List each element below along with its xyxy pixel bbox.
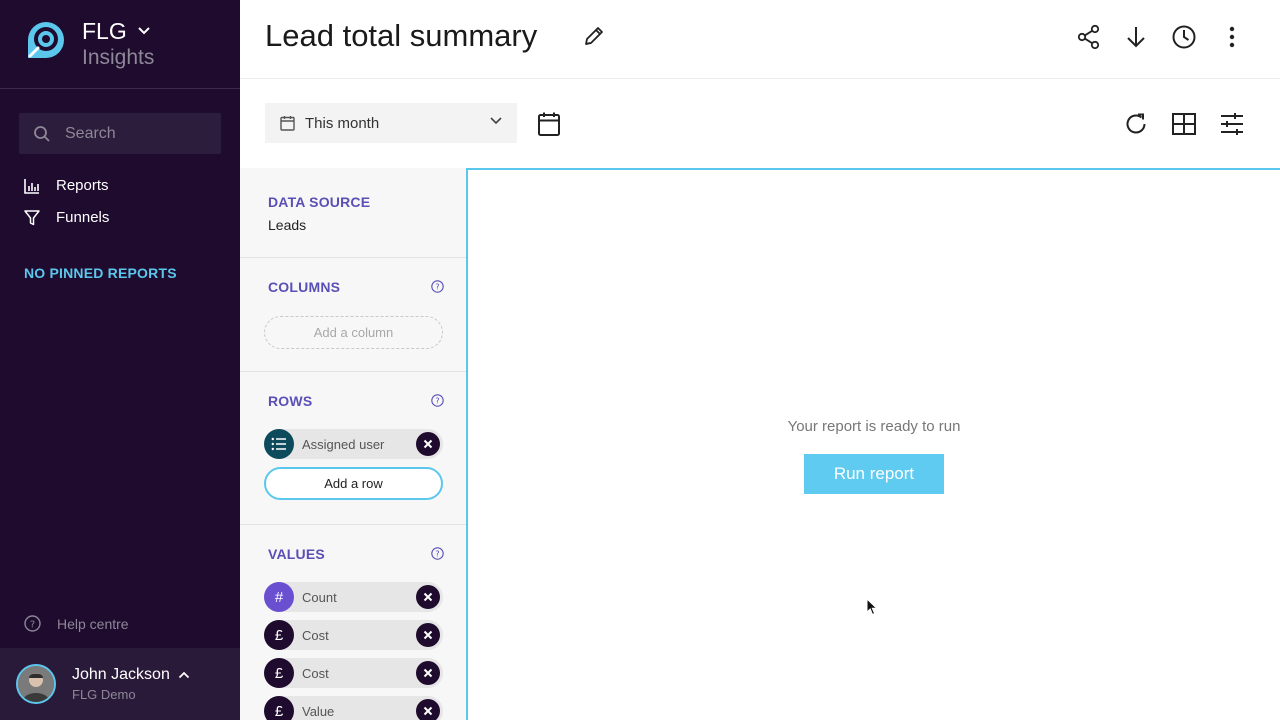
value-chip-value[interactable]: £ Value <box>264 696 443 720</box>
chip-label: Cost <box>302 665 329 681</box>
help-icon[interactable]: ? <box>431 547 444 560</box>
user-name: John Jackson <box>72 666 170 683</box>
user-org: FLG Demo <box>72 687 136 702</box>
close-icon <box>423 668 433 678</box>
brand-subtitle: Insights <box>82 46 155 69</box>
help-centre-link[interactable]: ? Help centre <box>24 615 129 632</box>
search-box[interactable] <box>19 113 221 154</box>
help-icon[interactable]: ? <box>431 394 444 407</box>
date-range-value: This month <box>305 114 380 132</box>
sidebar-item-funnels[interactable]: Funnels <box>24 209 109 226</box>
help-centre-label: Help centre <box>57 615 129 632</box>
sidebar: FLG Insights Reports Funnels NO PINNED R… <box>0 0 240 720</box>
help-icon[interactable]: ? <box>431 280 444 293</box>
svg-text:?: ? <box>435 397 439 406</box>
data-source-title: DATA SOURCE <box>268 194 371 210</box>
refresh-icon[interactable] <box>1123 111 1149 137</box>
share-icon[interactable] <box>1076 24 1102 50</box>
columns-title: COLUMNS <box>268 279 341 295</box>
svg-text:?: ? <box>435 283 439 292</box>
add-column-button[interactable]: Add a column <box>264 316 443 349</box>
page-title: Lead total summary <box>265 18 538 53</box>
search-input[interactable] <box>65 124 205 143</box>
calendar-small-icon <box>280 116 295 131</box>
columns-section: COLUMNS ? <box>240 258 466 372</box>
svg-text:?: ? <box>30 620 35 631</box>
chip-label: Cost <box>302 627 329 643</box>
avatar <box>16 664 56 704</box>
remove-row-button[interactable] <box>416 432 440 456</box>
close-icon <box>423 439 433 449</box>
remove-value-button[interactable] <box>416 699 440 720</box>
logo-icon <box>28 22 64 58</box>
sidebar-item-label: Reports <box>56 177 109 194</box>
run-report-button[interactable]: Run report <box>804 454 944 494</box>
ready-message: Your report is ready to run <box>787 418 961 435</box>
pound-icon: £ <box>264 696 294 720</box>
add-row-button[interactable]: Add a row <box>264 467 443 500</box>
data-source-section: DATA SOURCE Leads <box>240 168 466 258</box>
list-icon <box>264 429 294 459</box>
download-icon[interactable] <box>1123 24 1149 50</box>
remove-value-button[interactable] <box>416 623 440 647</box>
help-icon: ? <box>24 615 41 632</box>
sidebar-divider <box>0 88 240 89</box>
chip-label: Assigned user <box>302 436 385 452</box>
funnel-icon <box>24 209 40 225</box>
close-icon <box>423 592 433 602</box>
row-chip-assigned-user[interactable]: Assigned user <box>264 429 443 459</box>
hash-icon: # <box>264 582 294 612</box>
chevron-down-icon[interactable] <box>137 26 151 36</box>
chip-label: Count <box>302 589 337 605</box>
history-icon[interactable] <box>1171 24 1197 50</box>
mouse-cursor-icon <box>866 598 878 616</box>
date-range-select[interactable]: This month <box>265 103 517 143</box>
more-vertical-icon[interactable] <box>1219 24 1245 50</box>
chevron-up-icon[interactable] <box>178 671 190 679</box>
close-icon <box>423 630 433 640</box>
page-header: Lead total summary <box>240 0 1280 79</box>
pound-icon: £ <box>264 658 294 688</box>
sidebar-item-reports[interactable]: Reports <box>24 177 109 194</box>
close-icon <box>423 706 433 716</box>
settings-sliders-icon[interactable] <box>1219 111 1245 137</box>
calendar-icon[interactable] <box>537 111 561 137</box>
rows-title: ROWS <box>268 393 313 409</box>
value-chip-cost[interactable]: £ Cost <box>264 658 443 688</box>
brand[interactable]: FLG Insights <box>24 18 154 74</box>
chevron-down-icon <box>490 117 502 125</box>
search-icon <box>34 125 50 142</box>
values-title: VALUES <box>268 546 325 562</box>
svg-text:?: ? <box>435 550 439 559</box>
sidebar-item-label: Funnels <box>56 209 110 226</box>
value-chip-cost[interactable]: £ Cost <box>264 620 443 650</box>
user-menu[interactable]: John Jackson FLG Demo <box>0 648 240 720</box>
report-config-panel: DATA SOURCE Leads COLUMNS ? ROWS ? VALUE… <box>240 168 466 720</box>
pinned-reports-label: NO PINNED REPORTS <box>24 265 177 281</box>
bar-chart-icon <box>24 178 39 194</box>
report-canvas: Your report is ready to run Run report <box>466 168 1280 720</box>
brand-name: FLG <box>82 18 127 44</box>
chip-label: Value <box>302 703 335 719</box>
remove-value-button[interactable] <box>416 585 440 609</box>
pound-icon: £ <box>264 620 294 650</box>
table-view-icon[interactable] <box>1171 111 1197 137</box>
remove-value-button[interactable] <box>416 661 440 685</box>
value-chip-count[interactable]: # Count <box>264 582 443 612</box>
data-source-value[interactable]: Leads <box>268 217 306 233</box>
edit-pencil-icon[interactable] <box>582 24 606 48</box>
